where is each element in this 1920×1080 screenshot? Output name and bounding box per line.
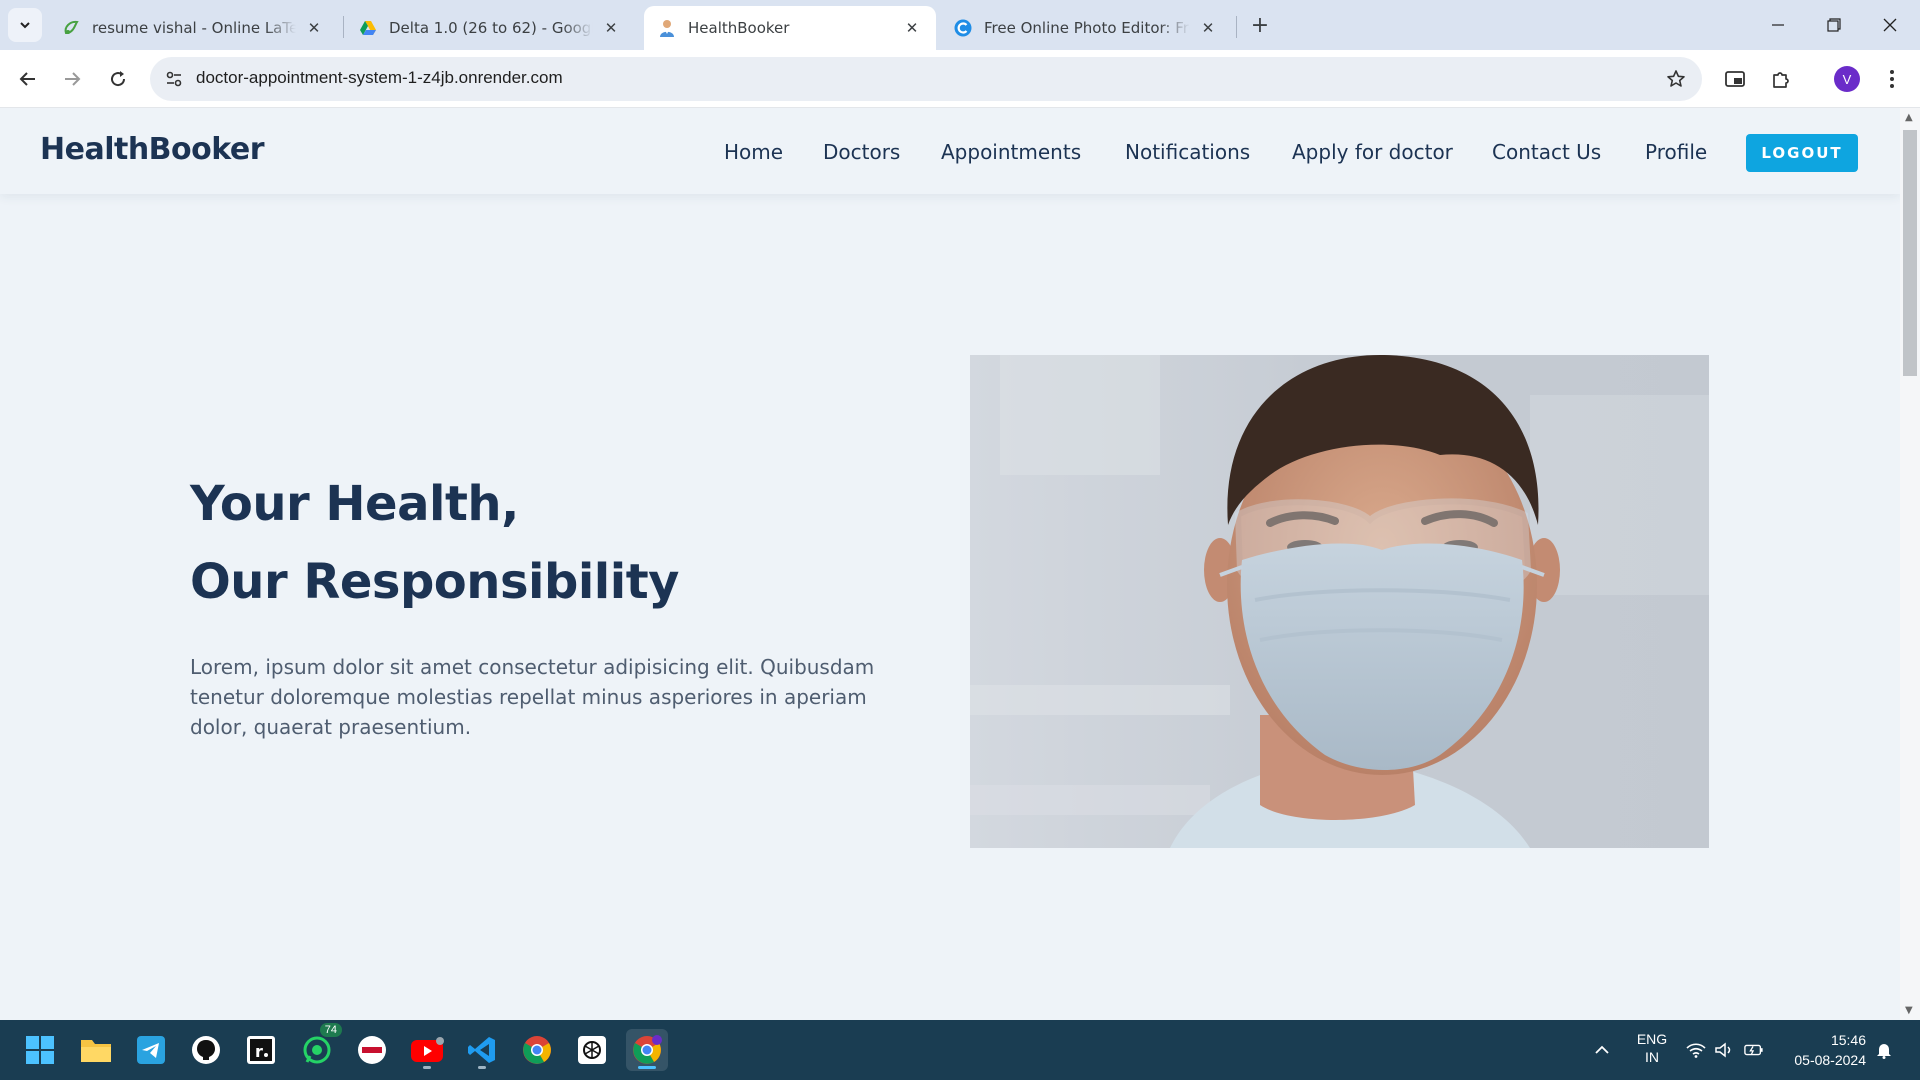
browser-menu-button[interactable]	[1877, 64, 1907, 94]
file-explorer-icon[interactable]	[75, 1029, 117, 1071]
minimize-button[interactable]	[1750, 0, 1806, 50]
tab-title: Delta 1.0 (26 to 62) - Google Dr	[389, 19, 593, 37]
notion-icon[interactable]: r	[240, 1029, 282, 1071]
github-icon[interactable]	[185, 1029, 227, 1071]
scroll-down-arrow-icon[interactable]: ▼	[1905, 1005, 1913, 1016]
volume-icon[interactable]	[1714, 1040, 1734, 1060]
battery-icon[interactable]	[1744, 1040, 1764, 1060]
browser-tab-overleaf[interactable]: resume vishal - Online LaTeX Ed ✕	[48, 6, 338, 50]
browser-tab-photo-editor[interactable]: Free Online Photo Editor: Free & ✕	[940, 6, 1232, 50]
overleaf-icon	[62, 19, 80, 37]
picture-in-picture-icon	[1725, 71, 1745, 87]
tab-separator	[343, 16, 344, 38]
reload-icon	[111, 71, 126, 87]
running-indicator	[478, 1066, 486, 1069]
nav-doctors[interactable]: Doctors	[823, 140, 900, 164]
hero-title-line-2: Our Responsibility	[190, 554, 679, 610]
chevron-down-icon	[20, 22, 30, 29]
web-page: HealthBooker Home Doctors Appointments N…	[0, 108, 1900, 1020]
close-icon[interactable]: ✕	[304, 18, 324, 38]
nav-notifications[interactable]: Notifications	[1125, 140, 1250, 164]
close-icon[interactable]: ✕	[601, 18, 621, 38]
extensions-button[interactable]	[1766, 64, 1796, 94]
arrow-right-icon	[65, 72, 81, 86]
svg-text:r: r	[255, 1042, 263, 1061]
telegram-icon[interactable]	[130, 1029, 172, 1071]
windows-start-icon[interactable]	[19, 1029, 61, 1071]
clock-date: 05-08-2024	[1794, 1052, 1866, 1068]
plus-icon: +	[1250, 12, 1270, 38]
tab-separator	[1236, 16, 1237, 38]
nav-home[interactable]: Home	[724, 140, 783, 164]
tab-title: HealthBooker	[688, 19, 790, 37]
browser-tab-strip: resume vishal - Online LaTeX Ed ✕ Delta …	[0, 0, 1920, 50]
language-region: IN	[1645, 1049, 1659, 1065]
puzzle-icon	[1773, 72, 1789, 88]
site-info-icon[interactable]	[160, 65, 188, 93]
youtube-icon[interactable]	[406, 1029, 448, 1071]
running-indicator	[638, 1066, 656, 1069]
photo-editor-icon	[954, 19, 972, 37]
clock-time: 15:46	[1830, 1032, 1866, 1048]
whatsapp-unread-badge: 74	[319, 1023, 342, 1037]
nav-profile[interactable]: Profile	[1645, 140, 1707, 164]
hero-title-line-1: Your Health,	[190, 476, 519, 532]
hero-description: Lorem, ipsum dolor sit amet consectetur …	[190, 655, 875, 739]
close-icon	[1883, 18, 1897, 32]
whatsapp-icon[interactable]: 74	[296, 1023, 342, 1071]
browser-tab-google-drive[interactable]: Delta 1.0 (26 to 62) - Google Dr ✕	[345, 6, 635, 50]
arrow-left-icon	[19, 72, 35, 86]
nav-apply-for-doctor[interactable]: Apply for doctor	[1292, 140, 1453, 164]
more-vertical-icon	[1890, 70, 1894, 88]
close-icon[interactable]: ✕	[1198, 18, 1218, 38]
wifi-icon[interactable]	[1686, 1040, 1706, 1060]
running-indicator	[423, 1066, 431, 1069]
url-text[interactable]: doctor-appointment-system-1-z4jb.onrende…	[196, 68, 563, 88]
notification-bell-icon[interactable]	[1874, 1040, 1894, 1060]
page-scrollbar[interactable]: ▲ ▼	[1900, 108, 1920, 1020]
restore-icon	[1827, 18, 1841, 32]
chrome-icon[interactable]	[516, 1029, 558, 1071]
logout-button[interactable]: LOGOUT	[1746, 134, 1858, 172]
chevron-up-icon[interactable]	[1592, 1040, 1612, 1060]
site-header: HealthBooker Home Doctors Appointments N…	[0, 108, 1900, 194]
scroll-up-arrow-icon[interactable]: ▲	[1905, 112, 1913, 123]
doctor-icon	[658, 19, 676, 37]
back-button[interactable]	[13, 64, 43, 94]
new-tab-button[interactable]: +	[1246, 11, 1274, 39]
chrome-profile-icon[interactable]	[626, 1029, 668, 1071]
tab-title: resume vishal - Online LaTeX Ed	[92, 19, 296, 37]
browser-tab-healthbooker[interactable]: HealthBooker ✕	[644, 6, 936, 50]
nav-appointments[interactable]: Appointments	[941, 140, 1081, 164]
tab-search-button[interactable]	[8, 8, 42, 42]
address-bar[interactable]: doctor-appointment-system-1-z4jb.onrende…	[150, 57, 1702, 101]
profile-avatar[interactable]: V	[1834, 66, 1860, 92]
google-drive-icon	[359, 19, 377, 37]
canon-icon[interactable]	[351, 1029, 393, 1071]
browser-toolbar: doctor-appointment-system-1-z4jb.onrende…	[0, 50, 1920, 108]
scrollbar-thumb[interactable]	[1903, 130, 1917, 376]
bookmark-star-icon[interactable]	[1664, 67, 1688, 91]
doctor-photo-illustration	[970, 355, 1709, 848]
reload-button[interactable]	[103, 64, 133, 94]
close-window-button[interactable]	[1862, 0, 1918, 50]
language-code: ENG	[1636, 1031, 1668, 1047]
picture-in-picture-button[interactable]	[1720, 64, 1750, 94]
forward-button[interactable]	[57, 64, 87, 94]
hero-doctor-image	[970, 355, 1709, 848]
nav-contact-us[interactable]: Contact Us	[1492, 140, 1601, 164]
close-icon[interactable]: ✕	[902, 18, 922, 38]
minimize-icon	[1772, 24, 1784, 26]
site-logo[interactable]: HealthBooker	[40, 132, 265, 167]
tab-title: Free Online Photo Editor: Free &	[984, 19, 1190, 37]
clock[interactable]: 15:46 05-08-2024	[1776, 1030, 1866, 1070]
vscode-icon[interactable]	[461, 1029, 503, 1071]
restore-button[interactable]	[1806, 0, 1862, 50]
chatgpt-icon[interactable]	[571, 1029, 613, 1071]
windows-taskbar: r 74	[0, 1020, 1920, 1080]
language-indicator[interactable]: ENG IN	[1634, 1030, 1670, 1066]
